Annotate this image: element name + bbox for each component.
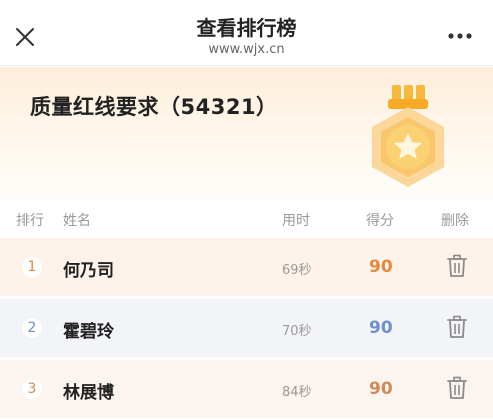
rank-badge: 1 bbox=[22, 257, 42, 277]
table-row: 3 林展博 84秒 90 bbox=[0, 360, 493, 418]
participant-name: 霍碧玲 bbox=[63, 322, 114, 342]
trash-icon[interactable] bbox=[446, 376, 468, 400]
nav-bar: 查看排行榜 www.wjx.cn bbox=[0, 0, 493, 66]
header-delete: 删除 bbox=[441, 213, 469, 229]
trash-icon[interactable] bbox=[446, 254, 468, 278]
star-medal-icon bbox=[358, 83, 458, 193]
header-rank: 排行 bbox=[16, 213, 44, 229]
header-time: 用时 bbox=[282, 213, 310, 229]
table-row: 2 霍碧玲 70秒 90 bbox=[0, 299, 493, 357]
header-score: 得分 bbox=[366, 213, 394, 229]
page-title: 查看排行榜 bbox=[196, 16, 297, 40]
quiz-title: 质量红线要求（54321） bbox=[30, 95, 278, 119]
score-value: 90 bbox=[369, 379, 393, 399]
rank-badge: 2 bbox=[22, 318, 42, 338]
table-row: 1 何乃司 69秒 90 bbox=[0, 238, 493, 296]
leaderboard-banner: 质量红线要求（54321） bbox=[0, 67, 493, 200]
participant-name: 林展博 bbox=[63, 383, 114, 403]
score-value: 90 bbox=[369, 257, 393, 277]
trash-icon[interactable] bbox=[446, 315, 468, 339]
rank-badge: 3 bbox=[22, 379, 42, 399]
time-used: 84秒 bbox=[282, 385, 312, 400]
table-header: 排行 姓名 用时 得分 删除 bbox=[0, 200, 493, 236]
time-used: 70秒 bbox=[282, 324, 312, 339]
time-used: 69秒 bbox=[282, 263, 312, 278]
page-url: www.wjx.cn bbox=[208, 42, 285, 57]
header-name: 姓名 bbox=[63, 213, 91, 229]
more-dots-icon[interactable] bbox=[447, 28, 473, 44]
score-value: 90 bbox=[369, 318, 393, 338]
participant-name: 何乃司 bbox=[63, 261, 114, 281]
